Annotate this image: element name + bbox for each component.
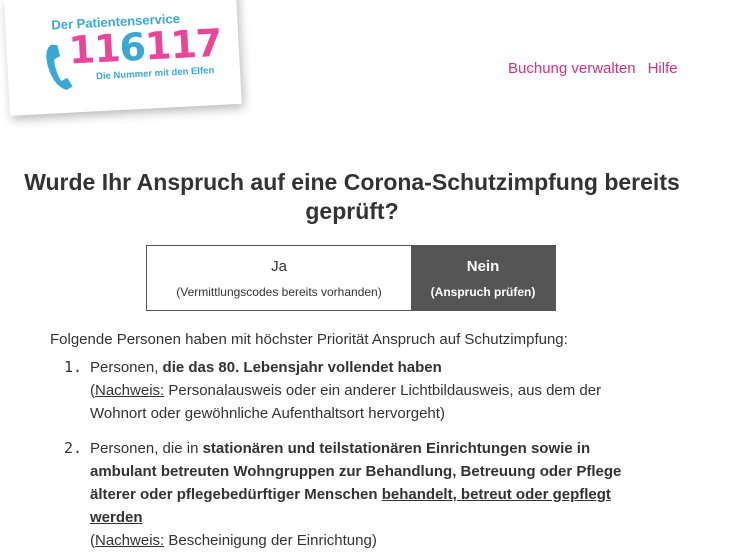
priority-intro: Folgende Personen haben mit höchster Pri… xyxy=(50,331,568,348)
list-number: 2. xyxy=(64,439,83,457)
list-item-text: Personen, die in stationären und teilsta… xyxy=(90,437,660,552)
proof-label: Nachweis: xyxy=(95,382,165,399)
option-yes[interactable]: Ja (Vermittlungscodes bereits vorhanden) xyxy=(147,246,411,310)
list-item: 2. Personen, die in stationären und teil… xyxy=(64,437,664,552)
help-link[interactable]: Hilfe xyxy=(648,60,678,77)
option-no-label: Nein xyxy=(466,257,500,275)
option-yes-label: Ja xyxy=(271,257,287,275)
item-text: Personen, die in xyxy=(90,440,203,457)
option-no-sublabel: (Anspruch prüfen) xyxy=(430,284,536,299)
page-question: Wurde Ihr Anspruch auf eine Corona-Schut… xyxy=(24,169,680,224)
eligibility-toggle: Ja (Vermittlungscodes bereits vorhanden)… xyxy=(146,245,556,311)
list-item-text: Personen, die das 80. Lebensjahr vollend… xyxy=(90,356,660,425)
proof-text: Bescheinigung der Einrichtung) xyxy=(164,532,377,549)
proof-text: Personalausweis oder ein anderer Lichtbi… xyxy=(90,382,602,422)
proof-label: Nachweis: xyxy=(95,532,165,549)
priority-list: 1. Personen, die das 80. Lebensjahr voll… xyxy=(64,356,664,555)
top-nav: Buchung verwalten Hilfe xyxy=(508,60,678,77)
logo: Der Patientenservice 116117 Die Nummer m… xyxy=(4,0,242,116)
list-number: 1. xyxy=(64,358,83,376)
list-item: 1. Personen, die das 80. Lebensjahr voll… xyxy=(64,356,664,425)
option-yes-sublabel: (Vermittlungscodes bereits vorhanden) xyxy=(176,284,382,299)
manage-booking-link[interactable]: Buchung verwalten xyxy=(508,60,636,77)
option-no[interactable]: Nein (Anspruch prüfen) xyxy=(411,246,555,310)
item-criterion: die das 80. Lebensjahr vollendet haben xyxy=(162,359,442,376)
logo-card[interactable]: Der Patientenservice 116117 Die Nummer m… xyxy=(4,0,242,116)
item-text: Personen, xyxy=(90,359,163,376)
